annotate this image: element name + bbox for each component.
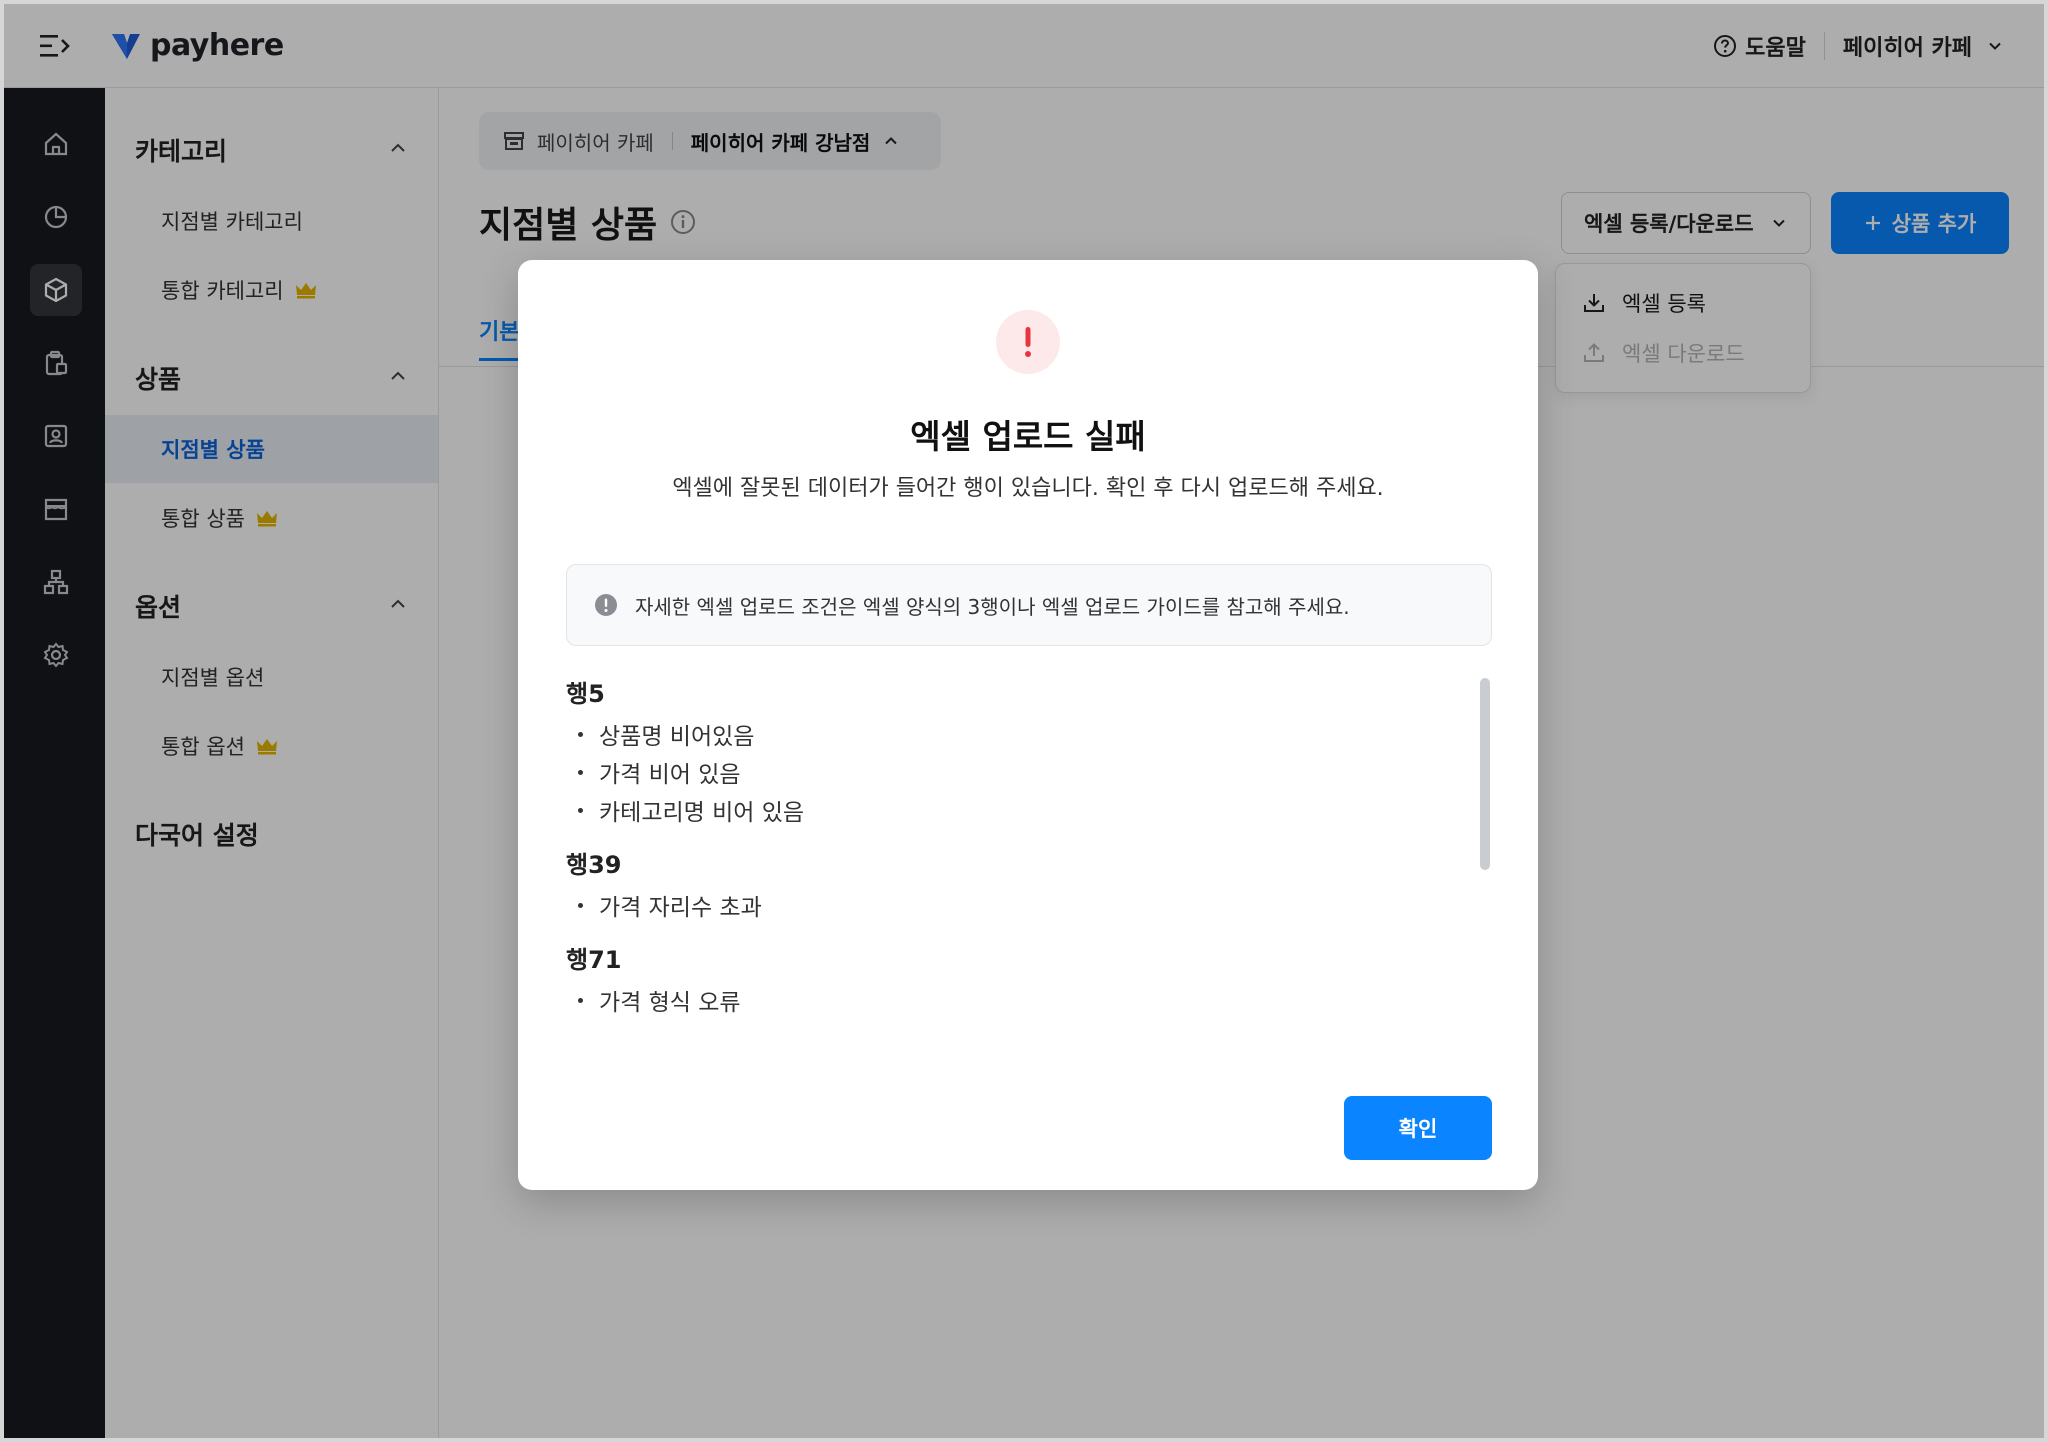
error-row-title: 행71	[566, 946, 622, 974]
bullet	[578, 997, 583, 1003]
notice-text: 자세한 엑셀 업로드 조건은 엑셀 양식의 3행이나 엑셀 업로드 가이드를 참…	[635, 594, 1350, 619]
confirm-button[interactable]: 확인	[1344, 1096, 1492, 1160]
error-text: 상품명 비어있음	[599, 724, 755, 750]
excel-upload-error-dialog: 엑셀 업로드 실패 엑셀에 잘못된 데이터가 들어간 행이 있습니다. 확인 후…	[518, 260, 1538, 1190]
error-list[interactable]: 행5 상품명 비어있음 가격 비어 있음 카테고리명 비어 있음 행39 가격 …	[566, 674, 1466, 1034]
bullet	[578, 769, 583, 775]
error-list-scrollbar[interactable]	[1480, 678, 1490, 870]
modal-description: 엑셀에 잘못된 데이터가 들어간 행이 있습니다. 확인 후 다시 업로드해 주…	[672, 476, 1384, 501]
list-item: 가격 자리수 초과	[566, 886, 1466, 924]
alert-badge	[996, 310, 1060, 374]
error-text: 가격 자리수 초과	[599, 895, 762, 921]
info-filled-icon	[595, 594, 617, 616]
app-window: payhere 도움말 페이히어 카페 카테고리 지점별 카테고리 통합 카테고…	[0, 0, 2048, 1442]
bullet	[578, 902, 583, 908]
list-item: 가격 형식 오류	[566, 981, 1466, 1019]
error-text: 가격 비어 있음	[599, 762, 741, 788]
exclamation-icon	[1025, 327, 1031, 357]
bullet	[578, 731, 583, 737]
error-text: 카테고리명 비어 있음	[599, 800, 805, 826]
bullet	[578, 807, 583, 813]
upload-guide-notice: 자세한 엑셀 업로드 조건은 엑셀 양식의 3행이나 엑셀 업로드 가이드를 참…	[566, 564, 1492, 646]
modal-title: 엑셀 업로드 실패	[910, 417, 1146, 456]
list-item: 가격 비어 있음	[566, 753, 1466, 791]
error-row-title: 행39	[566, 851, 622, 879]
error-row-title: 행5	[566, 680, 605, 708]
list-item: 카테고리명 비어 있음	[566, 791, 1466, 829]
error-text: 가격 형식 오류	[599, 990, 741, 1016]
list-item: 상품명 비어있음	[566, 715, 1466, 753]
